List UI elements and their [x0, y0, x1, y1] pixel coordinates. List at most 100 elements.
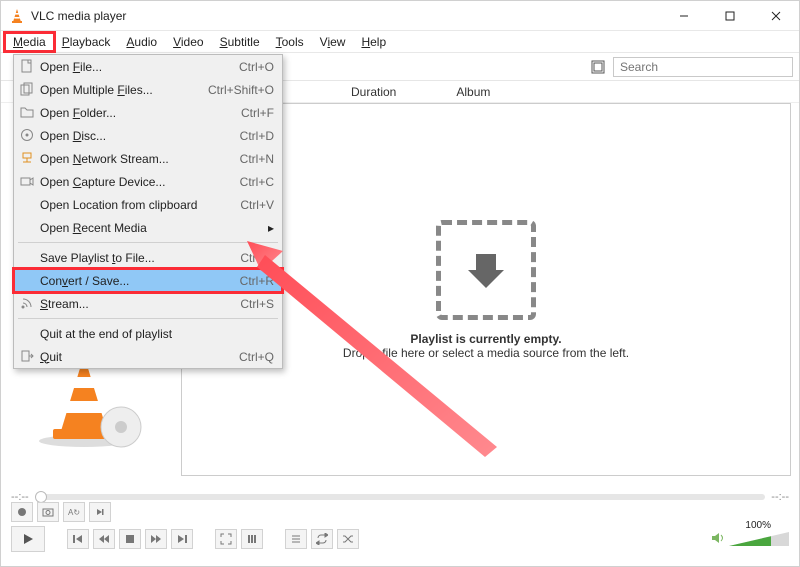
seek-bar[interactable]: --:-- --:-- — [11, 490, 789, 504]
rewind-button[interactable] — [93, 529, 115, 549]
blank-icon — [19, 272, 35, 288]
menu-item-label: Convert / Save... — [40, 274, 240, 288]
menu-item-label: Open Location from clipboard — [40, 198, 240, 212]
menu-item-label: Open Disc... — [40, 129, 240, 143]
menu-item-label: Save Playlist to File... — [40, 251, 240, 265]
stream-icon — [19, 295, 35, 311]
play-button[interactable] — [11, 526, 45, 552]
svg-text:A↻: A↻ — [68, 508, 80, 517]
menu-item-shortcut: Ctrl+R — [240, 274, 274, 288]
blank-icon — [19, 325, 35, 341]
view-mode-icon[interactable] — [587, 56, 609, 78]
menu-item-label: Open Multiple Files... — [40, 83, 208, 97]
menu-item-open-file[interactable]: Open File...Ctrl+O — [14, 55, 282, 78]
stop-button[interactable] — [119, 529, 141, 549]
menu-item-shortcut: Ctrl+D — [240, 129, 274, 143]
playlist-button[interactable] — [285, 529, 307, 549]
menu-item-open-multiple-files[interactable]: Open Multiple Files...Ctrl+Shift+O — [14, 78, 282, 101]
ab-loop-button[interactable]: A↻ — [63, 502, 85, 522]
title-bar: VLC media player — [1, 1, 799, 31]
menu-item-shortcut: Ctrl+Shift+O — [208, 83, 274, 97]
blank-icon — [19, 219, 35, 235]
menu-item-shortcut: Ctrl+N — [240, 152, 274, 166]
previous-button[interactable] — [67, 529, 89, 549]
disc-icon — [19, 127, 35, 143]
menu-media[interactable]: Media — [5, 33, 54, 51]
menu-item-open-folder[interactable]: Open Folder...Ctrl+F — [14, 101, 282, 124]
menu-item-shortcut: Ctrl+V — [240, 198, 274, 212]
snapshot-button[interactable] — [37, 502, 59, 522]
capture-icon — [19, 173, 35, 189]
empty-line2: Drop a file here or select a media sourc… — [343, 346, 629, 360]
close-button[interactable] — [753, 1, 799, 31]
shuffle-button[interactable] — [337, 529, 359, 549]
menu-item-label: Open Folder... — [40, 106, 241, 120]
column-album[interactable]: Album — [456, 85, 490, 99]
network-icon — [19, 150, 35, 166]
frame-step-button[interactable] — [89, 502, 111, 522]
menu-item-label: Open File... — [40, 60, 239, 74]
record-button[interactable] — [11, 502, 33, 522]
forward-button[interactable] — [145, 529, 167, 549]
window-title: VLC media player — [31, 9, 661, 23]
time-total: --:-- — [771, 491, 789, 503]
menu-item-open-capture-device[interactable]: Open Capture Device...Ctrl+C — [14, 170, 282, 193]
folder-icon — [19, 104, 35, 120]
menu-item-open-location-from-clipboard[interactable]: Open Location from clipboardCtrl+V — [14, 193, 282, 216]
chevron-right-icon: ▸ — [268, 221, 274, 235]
menu-playback[interactable]: Playback — [54, 33, 119, 51]
drop-target-icon — [436, 220, 536, 320]
volume-slider[interactable] — [729, 530, 789, 548]
menu-view[interactable]: View — [312, 33, 354, 51]
fullscreen-button[interactable] — [215, 529, 237, 549]
menu-item-open-network-stream[interactable]: Open Network Stream...Ctrl+N — [14, 147, 282, 170]
empty-line1: Playlist is currently empty. — [410, 332, 561, 346]
quit-icon — [19, 348, 35, 364]
menu-item-shortcut: Ctrl+O — [239, 60, 274, 74]
search-input[interactable] — [613, 57, 793, 77]
next-button[interactable] — [171, 529, 193, 549]
menu-item-label: Quit at the end of playlist — [40, 327, 274, 341]
loop-button[interactable] — [311, 529, 333, 549]
menu-item-shortcut: Ctrl+F — [241, 106, 274, 120]
extended-settings-button[interactable] — [241, 529, 263, 549]
minimize-button[interactable] — [661, 1, 707, 31]
blank-icon — [19, 196, 35, 212]
menu-item-shortcut: Ctrl+S — [240, 297, 274, 311]
menu-item-quit-at-the-end-of-playlist[interactable]: Quit at the end of playlist — [14, 322, 282, 345]
menu-bar: MediaPlaybackAudioVideoSubtitleToolsView… — [1, 31, 799, 53]
maximize-button[interactable] — [707, 1, 753, 31]
menu-item-label: Open Recent Media — [40, 221, 274, 235]
menu-item-save-playlist-to-file[interactable]: Save Playlist to File...Ctrl+Y — [14, 246, 282, 269]
vlc-logo-icon — [9, 8, 25, 24]
menu-separator — [18, 242, 278, 243]
menu-item-open-disc[interactable]: Open Disc...Ctrl+D — [14, 124, 282, 147]
files-icon — [19, 81, 35, 97]
menu-item-shortcut: Ctrl+Y — [240, 251, 274, 265]
volume-control[interactable]: 100% — [711, 530, 789, 548]
media-menu-dropdown: Open File...Ctrl+OOpen Multiple Files...… — [13, 54, 283, 369]
menu-separator — [18, 318, 278, 319]
playback-controls: 100% — [11, 526, 789, 552]
speaker-icon[interactable] — [711, 532, 725, 547]
menu-audio[interactable]: Audio — [118, 33, 165, 51]
menu-video[interactable]: Video — [165, 33, 211, 51]
menu-item-open-recent-media[interactable]: Open Recent Media▸ — [14, 216, 282, 239]
menu-subtitle[interactable]: Subtitle — [212, 33, 268, 51]
menu-item-label: Stream... — [40, 297, 240, 311]
menu-item-shortcut: Ctrl+Q — [239, 350, 274, 364]
menu-item-quit[interactable]: QuitCtrl+Q — [14, 345, 282, 368]
menu-item-label: Open Capture Device... — [40, 175, 240, 189]
menu-item-convert-save[interactable]: Convert / Save...Ctrl+R — [14, 269, 282, 292]
secondary-controls: A↻ — [11, 502, 111, 522]
menu-item-shortcut: Ctrl+C — [240, 175, 274, 189]
menu-item-label: Open Network Stream... — [40, 152, 240, 166]
menu-tools[interactable]: Tools — [268, 33, 312, 51]
menu-help[interactable]: Help — [353, 33, 394, 51]
seek-track[interactable] — [35, 494, 766, 500]
menu-item-stream[interactable]: Stream...Ctrl+S — [14, 292, 282, 315]
column-duration[interactable]: Duration — [351, 85, 396, 99]
blank-icon — [19, 249, 35, 265]
menu-item-label: Quit — [40, 350, 239, 364]
file-icon — [19, 58, 35, 74]
